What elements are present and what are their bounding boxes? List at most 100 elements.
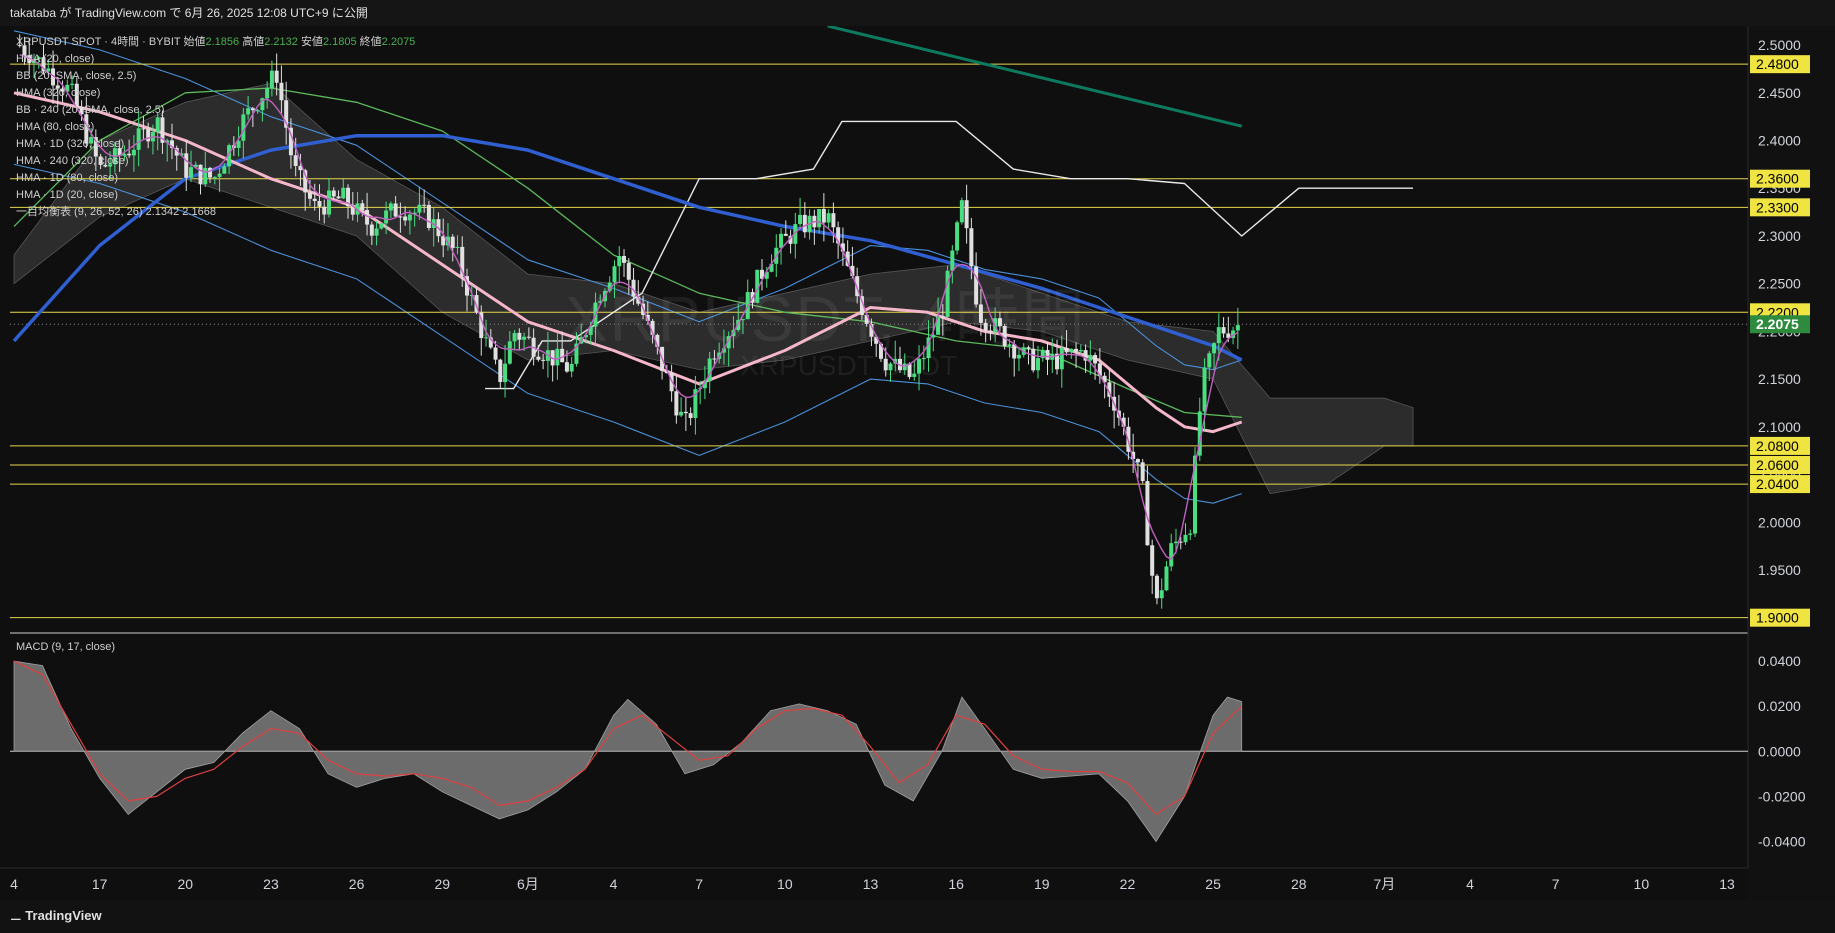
time-axis-tick: 6月 xyxy=(517,876,539,892)
time-axis-tick: 7 xyxy=(1552,876,1560,892)
candle-body xyxy=(1183,534,1188,543)
candle-body xyxy=(783,233,788,236)
candle-body xyxy=(555,348,560,366)
watermark-title: XRPUSDT, 4時間 xyxy=(565,283,1087,355)
ohlc-open-value: 2.1856 xyxy=(205,36,240,48)
time-axis-tick: 13 xyxy=(1719,876,1735,892)
candle-body xyxy=(560,348,565,363)
time-axis-tick: 26 xyxy=(349,876,365,892)
candle-body xyxy=(821,208,826,223)
price-axis-tick: 2.2500 xyxy=(1758,276,1801,292)
tradingview-logo[interactable]: ⚊ TradingView xyxy=(10,908,102,924)
tv-logo-text: TradingView xyxy=(25,908,102,923)
candle-body xyxy=(564,362,569,372)
candle-body xyxy=(517,332,522,340)
level-price-label: 2.0800 xyxy=(1756,438,1799,454)
indicator-legend: XRPUSDT SPOT · 4時間 · BYBIT 始値2.1856 高値2.… xyxy=(16,34,415,221)
time-axis-tick: 4 xyxy=(1466,876,1474,892)
time-axis-tick: 25 xyxy=(1205,876,1221,892)
candle-body xyxy=(522,336,527,340)
candle-body xyxy=(683,411,688,414)
candle-body xyxy=(426,204,431,229)
candle-body xyxy=(417,204,422,213)
indicator-row[interactable]: HMA (80, close) xyxy=(16,119,415,136)
candle-body xyxy=(1188,533,1193,535)
candle-body xyxy=(1140,462,1145,482)
price-axis-tick: 2.1500 xyxy=(1758,371,1801,387)
ohlc-close-value: 2.2075 xyxy=(381,36,416,48)
candle-body xyxy=(955,222,960,251)
candle-body xyxy=(503,363,508,383)
candle-body xyxy=(536,356,541,360)
level-price-label: 2.3300 xyxy=(1756,199,1799,215)
symbol-label: XRPUSDT SPOT · 4時間 · BYBIT xyxy=(16,36,181,48)
ohlc-high-label: 高値 xyxy=(242,36,265,48)
time-axis-tick: 22 xyxy=(1120,876,1136,892)
candle-body xyxy=(1235,325,1240,331)
candle-body xyxy=(526,336,531,338)
candle-body xyxy=(779,233,784,248)
time-axis-tick: 10 xyxy=(1634,876,1650,892)
indicator-row[interactable]: BB · 240 (20, SMA, close, 2.5) xyxy=(16,102,415,119)
candle-body xyxy=(1169,543,1174,567)
macd-axis-tick: 0.0400 xyxy=(1758,653,1801,669)
candle-body xyxy=(1093,355,1098,364)
time-axis-tick: 28 xyxy=(1291,876,1307,892)
candle-body xyxy=(1216,327,1221,344)
candle-body xyxy=(512,332,517,342)
price-axis-tick: 2.4000 xyxy=(1758,133,1801,149)
macd-histogram xyxy=(13,660,1243,843)
tv-logo-icon: ⚊ xyxy=(10,908,22,923)
indicator-row[interactable]: HMA (20, close) xyxy=(16,51,415,68)
candle-body xyxy=(688,413,693,419)
candle-body xyxy=(959,200,964,223)
candle-body xyxy=(826,213,831,223)
time-axis-tick: 29 xyxy=(434,876,450,892)
symbol-row[interactable]: XRPUSDT SPOT · 4時間 · BYBIT 始値2.1856 高値2.… xyxy=(16,34,415,51)
candle-body xyxy=(1150,545,1155,576)
candle-body xyxy=(450,236,455,248)
candle-body xyxy=(1159,590,1164,599)
indicator-row[interactable]: HMA (320, close) xyxy=(16,85,415,102)
candle-body xyxy=(1154,575,1159,599)
indicator-row[interactable]: 一目均衡表 (9, 26, 52, 26) 2.1342 2.1668 xyxy=(16,204,415,221)
ohlc-low-label: 安値 xyxy=(300,36,323,48)
candle-body xyxy=(969,228,974,267)
candle-body xyxy=(1164,566,1169,591)
indicator-row[interactable]: HMA · 1D (20, close) xyxy=(16,187,415,204)
macd-axis-tick: 0.0200 xyxy=(1758,698,1801,714)
candle-body xyxy=(1221,327,1226,334)
price-axis-tick: 1.9500 xyxy=(1758,562,1801,578)
ohlc-close-label: 終値 xyxy=(359,36,382,48)
candle-body xyxy=(422,204,427,206)
price-axis-tick: 2.5000 xyxy=(1758,37,1801,53)
time-axis-tick: 20 xyxy=(178,876,194,892)
candle-body xyxy=(569,363,574,372)
price-axis-tick: 2.4500 xyxy=(1758,85,1801,101)
candle-body xyxy=(498,359,503,383)
level-price-label: 2.0400 xyxy=(1756,476,1799,492)
candle-body xyxy=(1135,459,1140,463)
teal-trend-line xyxy=(827,26,1243,128)
candle-body xyxy=(679,411,684,416)
candle-body xyxy=(369,224,374,236)
indicator-row[interactable]: HMA · 240 (320, close) xyxy=(16,153,415,170)
level-price-label: 2.3600 xyxy=(1756,171,1799,187)
price-axis-tick: 2.1000 xyxy=(1758,419,1801,435)
macd-axis-tick: -0.0200 xyxy=(1758,788,1806,804)
macd-legend[interactable]: MACD (9, 17, close) xyxy=(16,641,115,653)
indicator-row[interactable]: BB (20, SMA, close, 2.5) xyxy=(16,68,415,85)
indicator-row[interactable]: HMA · 1D (320, close) xyxy=(16,136,415,153)
candle-body xyxy=(1202,367,1207,412)
candle-body xyxy=(802,214,807,233)
time-axis-tick: 17 xyxy=(92,876,108,892)
ohlc-high-value: 2.2132 xyxy=(264,36,298,48)
candle-body xyxy=(507,341,512,364)
candle-body xyxy=(831,213,836,228)
indicator-row[interactable]: HMA · 1D (80, close) xyxy=(16,170,415,187)
time-axis-tick: 13 xyxy=(863,876,879,892)
time-axis-tick: 7月 xyxy=(1374,876,1396,892)
last-price-label: 2.2075 xyxy=(1756,316,1799,332)
candle-body xyxy=(379,223,384,229)
candle-body xyxy=(1088,355,1093,361)
